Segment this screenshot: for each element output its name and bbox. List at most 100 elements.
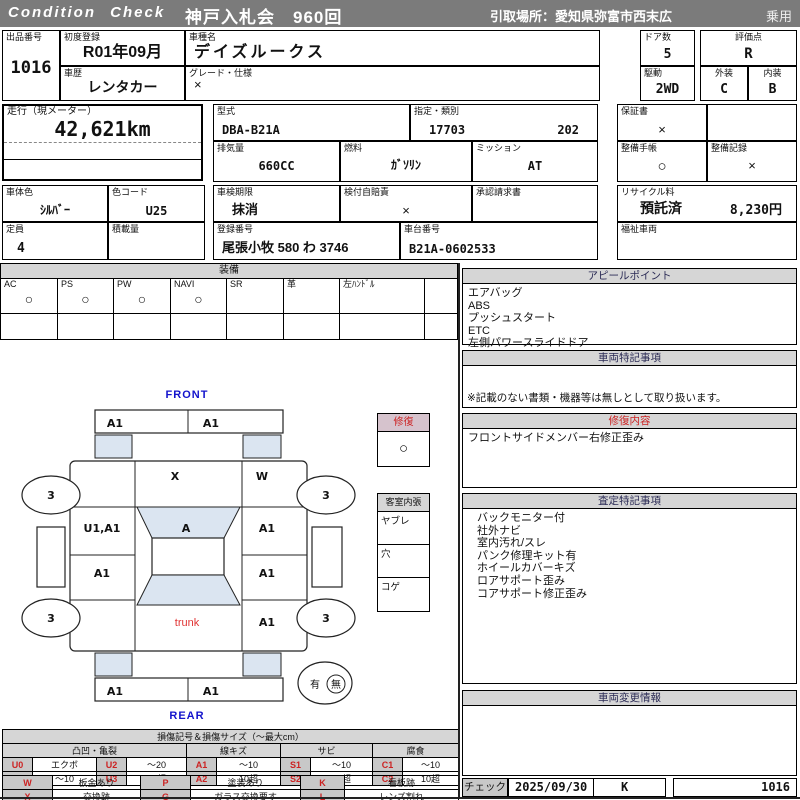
lot-number: 1016 xyxy=(10,58,52,78)
roof xyxy=(151,537,225,576)
legend-row: W 板金あり P 塗装あり K 看板跡 xyxy=(2,775,459,790)
damage-mark: A1 xyxy=(259,567,275,580)
type-class-cell: 指定・類別 17703 202 xyxy=(410,104,598,141)
damage-mark: 3 xyxy=(322,489,330,502)
transmission-cell: ミッション AT xyxy=(472,141,598,182)
repair-flag-value: ○ xyxy=(398,440,409,457)
equipment-table: 装備 AC ○ PS ○ PW ○ NAVI ○ SR 革 左ﾊﾝﾄﾞﾙ xyxy=(0,263,458,340)
insurance-cell: 検付自賠責 × xyxy=(340,185,472,222)
damage-mark: A1 xyxy=(259,616,275,629)
damage-mark: A1 xyxy=(94,567,110,580)
maintenance-book-cell: 整備手帳 ○ xyxy=(617,141,707,182)
mileage-value: 42,621km xyxy=(54,117,151,141)
score-value: R xyxy=(744,46,753,62)
damage-mark: 3 xyxy=(322,612,330,625)
bottom-rule xyxy=(0,797,800,799)
svg-text:有: 有 xyxy=(310,678,320,691)
divider xyxy=(593,779,594,796)
displacement-cell: 排気量 660CC xyxy=(213,141,340,182)
disclaimer-note: ※記載のない書類・機器等は無しとして取り扱います。 xyxy=(467,392,727,405)
fuel-cell: 燃料 ｶﾞｿﾘﾝ xyxy=(340,141,472,182)
damage-mark: 3 xyxy=(47,489,55,502)
section-vehicle-notes: 車両特記事項 ※記載のない書類・機器等は無しとして取り扱います。 xyxy=(462,350,797,408)
equip-leather: 革 xyxy=(284,279,340,313)
rear-pillar-right xyxy=(242,652,282,677)
model-code-cell: 型式 DBA-B21A xyxy=(213,104,410,141)
equipment-title: 装備 xyxy=(1,264,457,279)
equip-extra xyxy=(425,279,457,313)
pickup-location: 引取場所：愛知県弥富市西末広 xyxy=(490,9,673,24)
footer-lot-number: 1016 xyxy=(761,780,790,794)
damage-mark: X xyxy=(171,470,180,483)
equipment-row-empty xyxy=(1,313,457,339)
drive-cell: 駆動 2WD xyxy=(640,66,695,101)
first-registration-cell: 初度登録 R01年09月 xyxy=(60,30,185,66)
damage-mark: A1 xyxy=(107,417,123,430)
damage-mark: A1 xyxy=(107,685,123,698)
title-bar: Condition Check 神戸入札会 960回 引取場所：愛知県弥富市西末… xyxy=(0,0,800,27)
rear-pillar-left xyxy=(94,652,133,677)
damage-mark: A xyxy=(182,522,191,535)
equip-navi: NAVI ○ xyxy=(171,279,227,313)
cabin-interior-box: 客室内張 ヤブレ 穴 コゲ xyxy=(377,493,430,612)
front-label: FRONT xyxy=(166,389,209,401)
registration-number-cell: 登録番号 尾張小牧 580 わ 3746 xyxy=(213,222,400,260)
vehicle-category: 乗用 xyxy=(765,9,792,24)
doors-cell: ドア数 5 xyxy=(640,30,695,66)
welfare-vehicle-cell: 福祉車両 xyxy=(617,222,797,260)
divider xyxy=(4,142,201,143)
equip-ps: PS ○ xyxy=(58,279,114,313)
approval-request-cell: 承認請求書 xyxy=(472,185,598,222)
history-cell: 車歴 レンタカー xyxy=(60,66,185,101)
recycle-fee-cell: リサイクル料 預託済 8,230円 xyxy=(617,185,797,222)
cabin-row-burn: コゲ xyxy=(381,582,401,593)
mileage-cell: 走行（現メーター） 42,621km xyxy=(2,104,203,181)
blank-cell xyxy=(707,104,797,141)
section-change-info: 車両変更情報 xyxy=(462,690,797,776)
car-damage-diagram: FRONT A1 A1 X W U1,A1 A A1 A1 A1 trunk A… xyxy=(21,389,356,722)
grade-cell: グレード・仕様 × xyxy=(185,66,600,101)
inspector-initial: K xyxy=(621,780,629,794)
model-name-cell: 車種名 デイズルークス xyxy=(185,30,600,66)
equip-sr: SR xyxy=(227,279,284,313)
auction-sheet: Condition Check 神戸入札会 960回 引取場所：愛知県弥富市西末… xyxy=(0,0,800,800)
color-code-cell: 色コード U25 xyxy=(108,185,205,222)
rear-label: REAR xyxy=(169,710,204,722)
damage-mark: U1,A1 xyxy=(84,522,121,535)
exterior-grade-cell: 外装 C xyxy=(700,66,748,101)
legend-title: 損傷記号＆損傷サイズ（～最大cm） xyxy=(1,729,460,744)
equipment-row: AC ○ PS ○ PW ○ NAVI ○ SR 革 左ﾊﾝﾄﾞﾙ xyxy=(1,279,457,313)
legend-groups: 凸凹・亀裂 線キズ サビ 腐食 xyxy=(2,743,460,758)
interior-grade-cell: 内装 B xyxy=(748,66,797,101)
damage-mark: 3 xyxy=(47,612,55,625)
class-number: 202 xyxy=(557,123,579,137)
side-strip-right xyxy=(311,526,343,588)
lot-number-cell: 出品番号 1016 xyxy=(2,30,60,101)
legend-row: U0 エクボ U2 ～20 A1 ～10 S1 ～10 C1 ～10 xyxy=(2,757,460,772)
presence-mark xyxy=(297,661,353,705)
recycle-status: 預託済 xyxy=(640,200,682,216)
rear-window xyxy=(136,574,241,606)
damage-mark: A1 xyxy=(203,685,219,698)
type-number: 17703 xyxy=(429,123,466,137)
front-bumper xyxy=(94,409,284,434)
score-cell: 評価点 R xyxy=(700,30,797,66)
brand-logo: Condition Check xyxy=(8,4,166,21)
section-appeal-points: アピールポイント エアバッグ ABS プッシュスタート ETC 左側パワースライ… xyxy=(462,268,797,349)
footer-lot-box: 1016 xyxy=(673,778,797,797)
check-date: 2025/09/30 xyxy=(515,780,588,794)
warranty-cell: 保証書 × xyxy=(617,104,707,141)
body-color-cell: 車体色 ｼﾙﾊﾞｰ xyxy=(2,185,108,222)
chassis-number-cell: 車台番号 B21A-0602533 xyxy=(400,222,598,260)
auction-title: 神戸入札会 960回 xyxy=(185,8,343,27)
recycle-fee: 8,230円 xyxy=(729,203,782,218)
damage-mark: W xyxy=(256,470,268,483)
capacity-cell: 定員 4 xyxy=(2,222,108,260)
maintenance-record-cell: 整備記録 × xyxy=(707,141,797,182)
damage-mark: A1 xyxy=(259,522,275,535)
repair-flag-box: 修復 ○ xyxy=(377,413,430,467)
svg-text:無: 無 xyxy=(331,678,341,691)
check-date-box: 2025/09/30 K xyxy=(508,778,666,797)
cabin-row-hole: 穴 xyxy=(378,545,429,578)
section-repair-details: 修復内容 フロントサイドメンバー右修正歪み xyxy=(462,413,797,488)
